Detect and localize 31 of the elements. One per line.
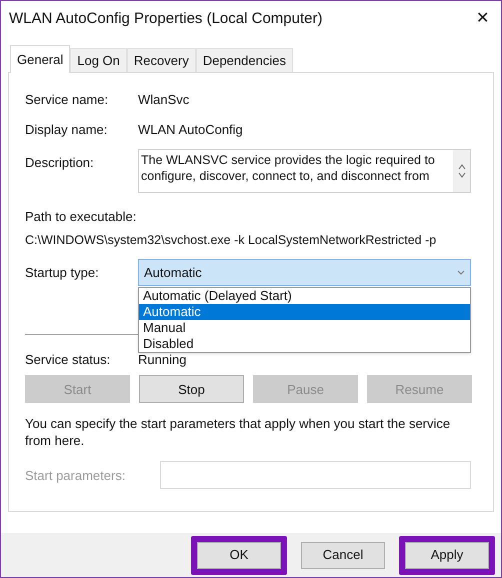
field-label: Service name: bbox=[25, 91, 110, 110]
dialog-button[interactable]: OK bbox=[197, 542, 281, 568]
tab[interactable]: Recovery bbox=[126, 48, 196, 72]
service-button[interactable]: Stop bbox=[139, 375, 244, 404]
tab[interactable]: Log On bbox=[70, 48, 127, 72]
field-label: Display name: bbox=[25, 121, 108, 140]
dropdown-option[interactable]: Disabled bbox=[139, 336, 470, 352]
startup-type-dropdown[interactable]: Automatic bbox=[138, 259, 471, 286]
field-label: Startup type: bbox=[25, 264, 100, 282]
dialog-button[interactable]: Apply bbox=[405, 542, 489, 568]
field-label: Start parameters: bbox=[25, 466, 126, 485]
dialog-button[interactable]: Cancel bbox=[301, 542, 385, 568]
window-title: WLAN AutoConfig Properties (Local Computer) bbox=[9, 8, 322, 29]
hint-text: You can specify the start parameters that apply when you start the service from here. bbox=[25, 415, 452, 450]
close-button[interactable]: ✕ bbox=[476, 11, 489, 27]
dropdown-option[interactable]: Automatic (Delayed Start) bbox=[139, 288, 470, 304]
field-label: Description: bbox=[25, 154, 95, 172]
tab[interactable]: General bbox=[10, 45, 70, 73]
field-value: WlanSvc bbox=[138, 91, 190, 110]
dropdown-option[interactable]: Automatic bbox=[139, 304, 470, 320]
field-label: Service status: bbox=[25, 350, 112, 368]
path-text: C:\WINDOWS\system32\svchost.exe -k LocalSystemNetworkRestricted -p bbox=[25, 232, 438, 249]
field-value: WLAN AutoConfig bbox=[138, 121, 243, 140]
dropdown-option[interactable]: Manual bbox=[139, 320, 470, 336]
scroll-up-icon[interactable] bbox=[458, 164, 466, 170]
field-label: Path to executable: bbox=[25, 208, 138, 226]
field-value: Running bbox=[138, 350, 186, 369]
scroll-down-icon[interactable] bbox=[458, 172, 466, 178]
tab[interactable]: Dependencies bbox=[196, 48, 293, 72]
description-text: The WLANSVC service provides the logic required to configure, discover, connect to, and disconnect from bbox=[140, 152, 436, 185]
chevron-down-icon bbox=[457, 270, 465, 276]
